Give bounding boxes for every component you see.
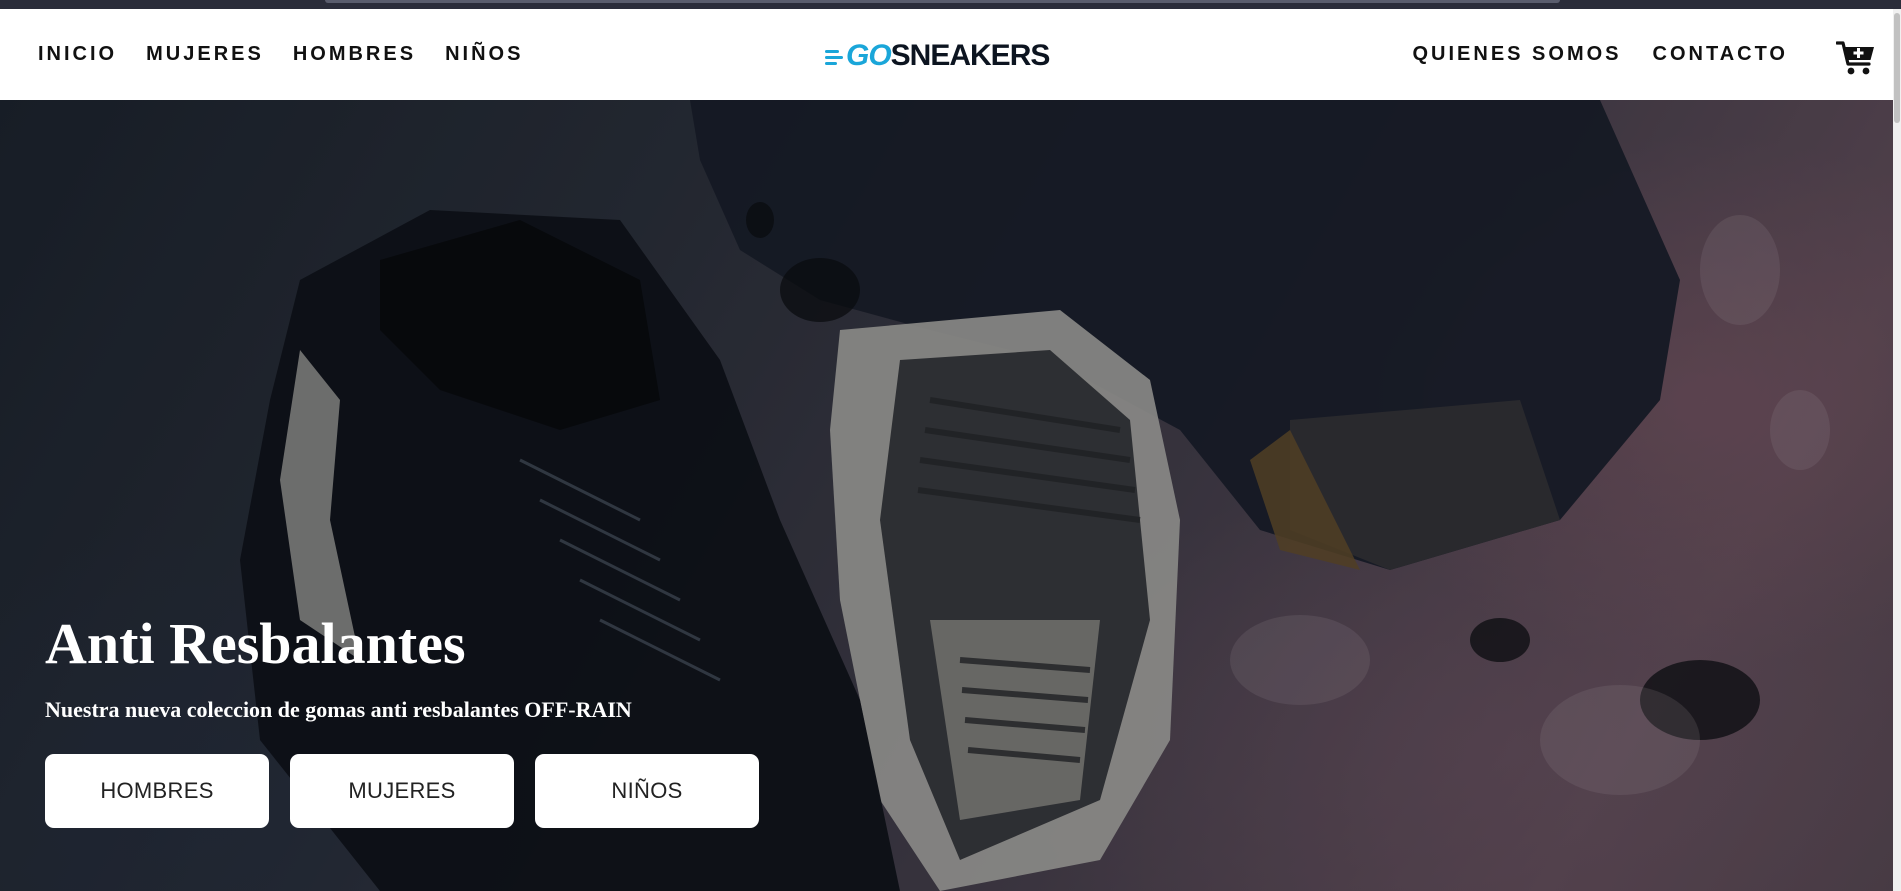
speed-lines-icon [825,49,843,65]
scrollbar-thumb[interactable] [1894,13,1900,123]
main-nav-right: QUIENES SOMOS CONTACTO [1381,9,1844,100]
hero-banner: Anti Resbalantes Nuestra nueva coleccion… [0,100,1893,891]
hombres-button[interactable]: HOMBRES [45,754,269,828]
logo-sneakers-text: SNEAKERS [890,39,1051,72]
nav-mujeres[interactable]: MUJERES [146,43,264,66]
nav-hombres[interactable]: HOMBRES [293,43,416,66]
page-scrollbar[interactable] [1893,9,1901,891]
site-header: INICIO MUJERES HOMBRES NIÑOS GO SNEAKERS… [0,9,1893,100]
browser-top-bar [325,0,1560,3]
page: INICIO MUJERES HOMBRES NIÑOS GO SNEAKERS… [0,0,1901,891]
nav-ninos[interactable]: NIÑOS [445,43,523,66]
mujeres-button[interactable]: MUJERES [290,754,514,828]
cart-plus-icon[interactable] [1835,38,1876,78]
nav-quienes-somos[interactable]: QUIENES SOMOS [1412,43,1621,66]
hero-title: Anti Resbalantes [45,611,466,676]
nav-inicio[interactable]: INICIO [38,43,117,66]
site-logo[interactable]: GO SNEAKERS [825,36,1051,76]
logo-go-text: GO [846,39,892,72]
ninos-button[interactable]: NIÑOS [535,754,759,828]
nav-contacto[interactable]: CONTACTO [1653,43,1788,66]
hero-subtitle: Nuestra nueva coleccion de gomas anti re… [45,697,632,722]
hero-button-group: HOMBRES MUJERES NIÑOS [45,754,759,828]
main-nav-left: INICIO MUJERES HOMBRES NIÑOS [38,9,552,100]
